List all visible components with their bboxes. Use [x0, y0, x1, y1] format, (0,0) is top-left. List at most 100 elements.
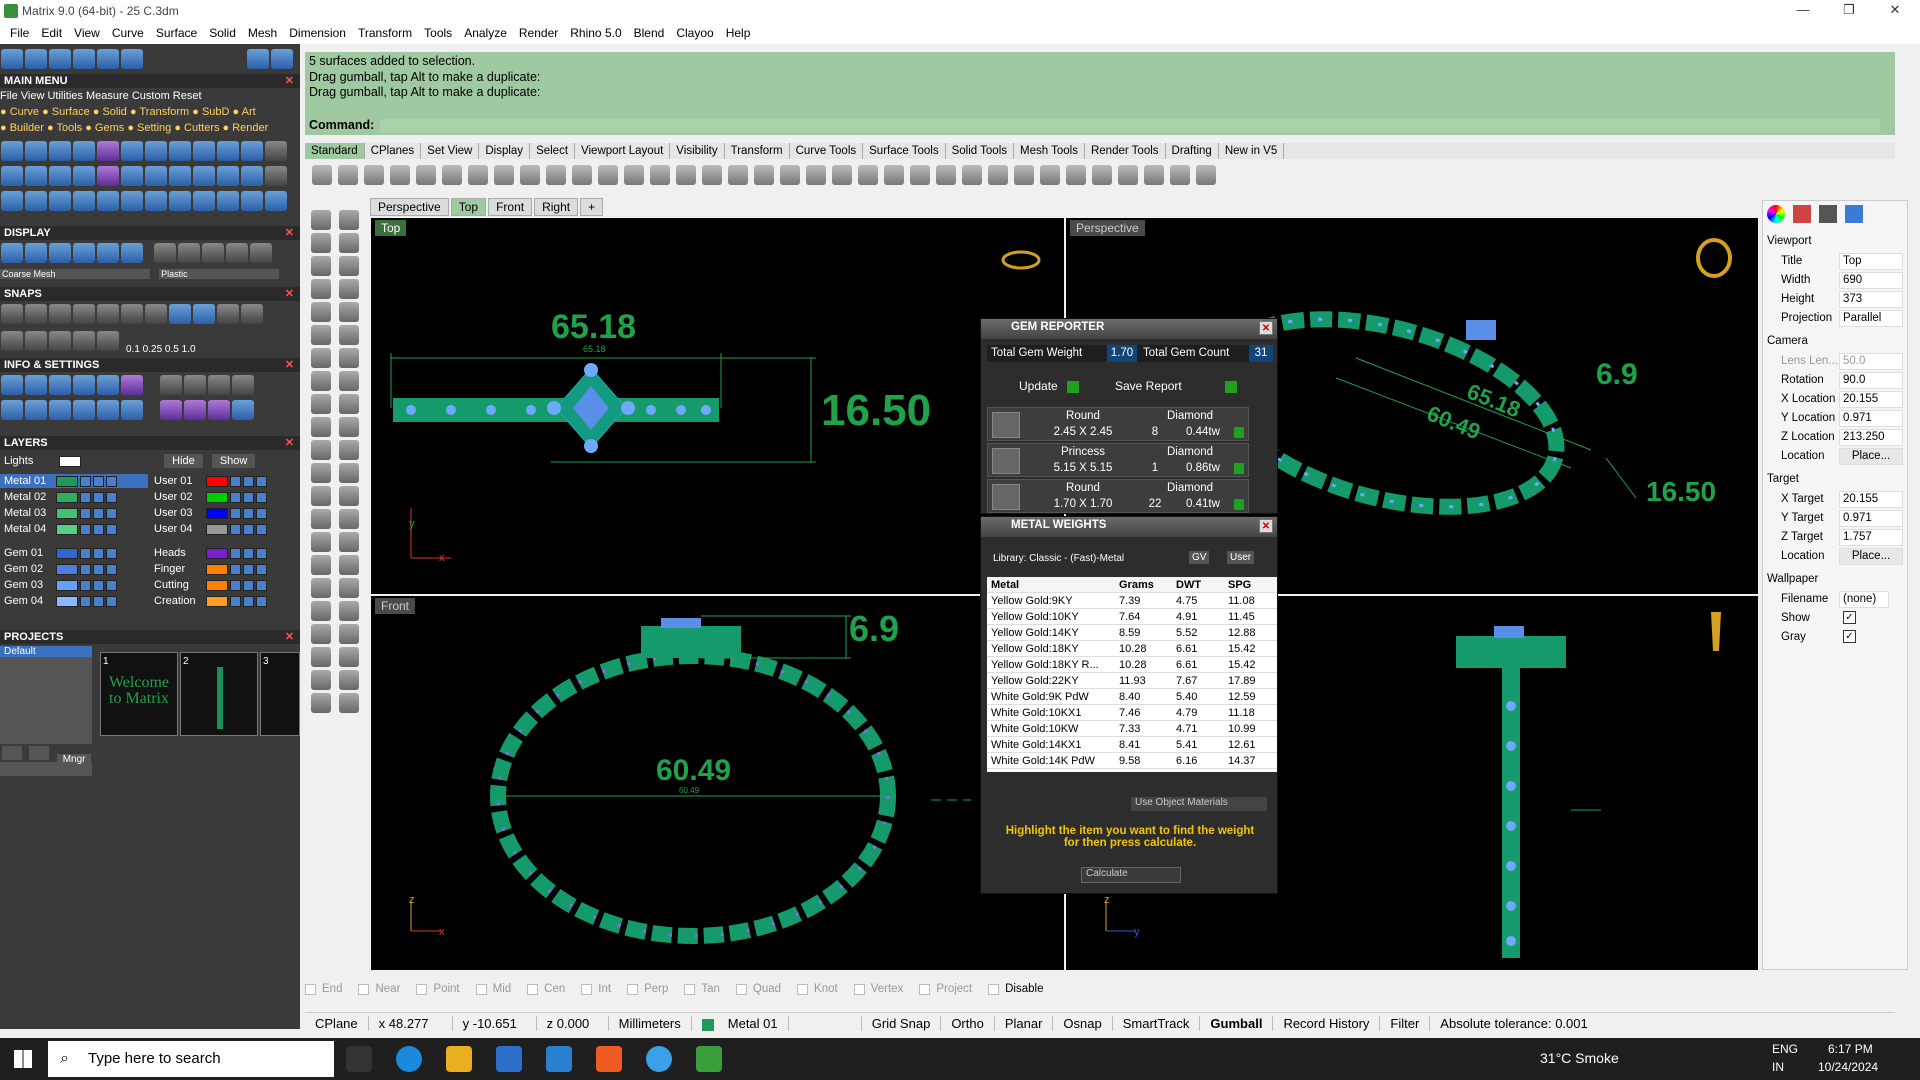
display-mesh-select[interactable]: Coarse Mesh — [0, 269, 150, 279]
eraser-icon[interactable] — [1170, 165, 1190, 185]
undo-view-icon[interactable] — [702, 165, 722, 185]
gem-reporter-header[interactable]: GEM REPORTER ✕ — [981, 319, 1277, 339]
side-tool-icon[interactable] — [311, 302, 331, 322]
side-tool-icon[interactable] — [311, 647, 331, 667]
layer-lock-icon[interactable] — [93, 507, 104, 519]
osnap-int[interactable]: Int — [581, 983, 611, 995]
lock-icon[interactable] — [884, 165, 904, 185]
lens-field[interactable]: 50.0 — [1839, 353, 1903, 370]
table-row[interactable]: Yellow Gold:9KY 7.39 4.75 11.08 — [987, 593, 1277, 609]
layer-lock-icon[interactable] — [93, 491, 104, 503]
layer-color-swatch[interactable] — [206, 563, 228, 575]
project-thumb-3[interactable]: 3 — [260, 652, 300, 736]
weather-text[interactable]: 31°C Smoke — [1540, 1050, 1619, 1066]
side-tool-icon[interactable] — [311, 601, 331, 621]
layer-render-icon[interactable] — [106, 475, 117, 487]
vp-tab-add[interactable]: + — [580, 198, 604, 216]
close-icon[interactable]: ✕ — [285, 226, 294, 240]
print-icon[interactable] — [390, 165, 410, 185]
osnap-mid[interactable]: Mid — [475, 983, 511, 995]
help-icon[interactable] — [1118, 165, 1138, 185]
smarttrack-toggle[interactable]: SmartTrack — [1113, 1016, 1201, 1031]
arrow-right-icon[interactable] — [271, 49, 294, 69]
layer-visible-icon[interactable] — [230, 523, 241, 535]
side-tool-icon[interactable] — [311, 279, 331, 299]
new-file-icon[interactable] — [312, 165, 332, 185]
use-object-materials[interactable]: Use Object Materials — [1131, 797, 1267, 811]
y-target-field[interactable]: 0.971 — [1839, 510, 1903, 527]
layer-color-swatch[interactable] — [206, 547, 228, 559]
menu-edit[interactable]: Edit — [35, 26, 68, 40]
table-row[interactable]: White Gold:14KX1 8.41 5.41 12.61 — [987, 737, 1277, 753]
tab-select[interactable]: Select — [530, 143, 576, 159]
layer-color-swatch[interactable] — [206, 595, 228, 607]
layer-lock-icon[interactable] — [243, 523, 254, 535]
x-target-field[interactable]: 20.155 — [1839, 491, 1903, 508]
layer-row[interactable]: User 03 — [150, 506, 298, 520]
osnap-knot[interactable]: Knot — [797, 983, 838, 995]
file-explorer-icon[interactable] — [446, 1046, 472, 1072]
side-tool-icon[interactable] — [339, 486, 359, 506]
render-icon[interactable] — [1014, 165, 1034, 185]
checkbox-icon[interactable] — [853, 983, 865, 995]
tab-solid-tools[interactable]: Solid Tools — [946, 143, 1014, 159]
layer-visible-icon[interactable] — [80, 507, 91, 519]
osnap-quad[interactable]: Quad — [735, 983, 781, 995]
side-tool-icon[interactable] — [339, 371, 359, 391]
menu-solid[interactable]: Solid — [203, 26, 242, 40]
side-tool-icon[interactable] — [311, 394, 331, 414]
side-tool-icon[interactable] — [311, 670, 331, 690]
layer-color-swatch[interactable] — [56, 547, 78, 559]
layer-lock-icon[interactable] — [243, 491, 254, 503]
minimize-button[interactable]: — — [1780, 0, 1826, 22]
layer-color-swatch[interactable] — [56, 595, 78, 607]
checkbox-icon[interactable] — [735, 983, 747, 995]
display-icon[interactable] — [1819, 205, 1837, 223]
side-tool-icon[interactable] — [311, 325, 331, 345]
side-tool-icon[interactable] — [311, 509, 331, 529]
show-checkbox[interactable]: ✓ — [1843, 611, 1856, 624]
zoom-extents-icon[interactable] — [650, 165, 670, 185]
title-field[interactable]: Top — [1839, 253, 1903, 270]
close-icon[interactable]: ✕ — [285, 358, 294, 372]
open-file-icon[interactable] — [338, 165, 358, 185]
z-target-field[interactable]: 1.757 — [1839, 529, 1903, 546]
tool-icon[interactable] — [1, 49, 23, 69]
tab-set-view[interactable]: Set View — [421, 143, 480, 159]
osnap-cen[interactable]: Cen — [527, 983, 565, 995]
width-field[interactable]: 690 — [1839, 272, 1903, 289]
side-tool-icon[interactable] — [339, 256, 359, 276]
gem-row[interactable]: Round 1.70 X 1.70 Diamond 22 0.41tw — [987, 479, 1249, 513]
help-icon[interactable] — [1845, 205, 1863, 223]
filter-toggle[interactable]: Filter — [1380, 1016, 1431, 1031]
main-menu-row3[interactable]: ● Builder ● Tools ● Gems ● Setting ● Cut… — [0, 122, 300, 134]
viewport-top[interactable]: Top 65.18 16.50 65.18 y x — [371, 218, 1064, 594]
layer-render-icon[interactable] — [106, 563, 117, 575]
layer-render-icon[interactable] — [256, 547, 267, 559]
play-icon[interactable] — [1234, 427, 1244, 438]
save-icon[interactable] — [364, 165, 384, 185]
rendered-icon[interactable] — [988, 165, 1008, 185]
matrix-icon[interactable] — [696, 1046, 722, 1072]
zoom-window-icon[interactable] — [624, 165, 644, 185]
light-icon[interactable] — [858, 165, 878, 185]
layer-row[interactable]: Finger — [150, 562, 298, 576]
tab-cplanes[interactable]: CPlanes — [365, 143, 422, 159]
layer-render-icon[interactable] — [256, 523, 267, 535]
display-material-select[interactable]: Plastic — [159, 269, 280, 279]
zoom-selected-icon[interactable] — [676, 165, 696, 185]
layer-lock-icon[interactable] — [243, 563, 254, 575]
checkbox-icon[interactable] — [475, 983, 487, 995]
store-icon[interactable] — [496, 1046, 522, 1072]
osnap-vertex[interactable]: Vertex — [853, 983, 903, 995]
menu-clayoo[interactable]: Clayoo — [670, 26, 719, 40]
layer-icon[interactable] — [910, 165, 930, 185]
mail-icon[interactable] — [546, 1046, 572, 1072]
grid-snap-toggle[interactable]: Grid Snap — [862, 1016, 942, 1031]
hide-button[interactable]: Hide — [164, 454, 203, 468]
color-wheel-icon[interactable] — [1767, 205, 1785, 223]
table-row[interactable]: Yellow Gold:18KY R... 10.28 6.61 15.42 — [987, 657, 1277, 673]
layer-render-icon[interactable] — [106, 595, 117, 607]
lang-secondary[interactable]: IN — [1772, 1060, 1784, 1074]
project-default[interactable]: Default — [0, 646, 92, 657]
